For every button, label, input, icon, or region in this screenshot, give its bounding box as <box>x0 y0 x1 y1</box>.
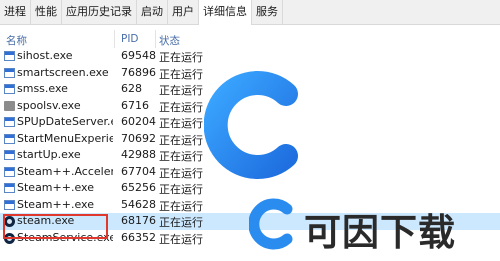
process-pid: 628 <box>121 82 142 95</box>
process-name: Steam++.exe <box>17 197 94 211</box>
process-name: Steam++.Accelerat... <box>17 164 113 178</box>
table-row[interactable]: sihost.exe 69548 正在运行 <box>0 48 500 65</box>
tab-services[interactable]: 服务 <box>252 0 283 24</box>
process-name: SPUpDateServer.exe <box>17 115 113 128</box>
watermark-text: 可因下载 <box>304 211 456 254</box>
watermark-small-logo-icon <box>249 198 293 250</box>
process-name: smss.exe <box>17 82 68 95</box>
process-status: 正在运行 <box>159 183 203 196</box>
column-header-pid[interactable]: PID <box>121 33 139 45</box>
process-status: 正在运行 <box>159 150 203 163</box>
column-divider[interactable] <box>155 30 156 48</box>
column-header: 名称 PID 状态 <box>0 30 500 48</box>
process-pid: 60204 <box>121 115 156 128</box>
table-row[interactable]: Steam++.exe 65256 正在运行 <box>0 180 500 197</box>
process-status: 正在运行 <box>159 100 203 114</box>
window-icon <box>4 150 15 160</box>
tab-details[interactable]: 详细信息 <box>199 0 252 25</box>
column-divider[interactable] <box>114 30 115 48</box>
tab-performance[interactable]: 性能 <box>31 0 62 24</box>
process-name: spoolsv.exe <box>17 98 81 112</box>
process-name: StartMenuExperien... <box>17 131 113 145</box>
process-pid: 70692 <box>121 131 156 145</box>
window-icon <box>4 183 15 193</box>
window-icon <box>4 117 15 127</box>
process-status: 正在运行 <box>159 117 203 130</box>
process-pid: 6716 <box>121 98 149 112</box>
process-pid: 68176 <box>121 214 156 227</box>
column-header-status[interactable]: 状态 <box>159 33 180 48</box>
process-status: 正在运行 <box>159 133 203 147</box>
process-status: 正在运行 <box>159 232 203 246</box>
process-status: 正在运行 <box>159 199 203 213</box>
window-icon <box>4 51 15 61</box>
process-status: 正在运行 <box>159 51 203 64</box>
process-status: 正在运行 <box>159 84 203 97</box>
process-pid: 54628 <box>121 197 156 211</box>
process-pid: 42988 <box>121 148 156 161</box>
process-status: 正在运行 <box>159 216 203 229</box>
window-icon <box>4 166 15 177</box>
process-name: startUp.exe <box>17 148 81 161</box>
tab-bar: 进程 性能 应用历史记录 启动 用户 详细信息 服务 <box>0 0 500 25</box>
process-pid: 76896 <box>121 65 156 79</box>
printer-icon <box>4 100 15 111</box>
process-pid: 66352 <box>121 230 156 244</box>
process-status: 正在运行 <box>159 166 203 180</box>
window-icon <box>4 67 15 78</box>
watermark-c-logo-icon <box>204 71 298 179</box>
process-pid: 67704 <box>121 164 156 178</box>
highlight-box <box>3 214 108 239</box>
tab-processes[interactable]: 进程 <box>0 0 31 24</box>
process-name: sihost.exe <box>17 49 73 62</box>
process-status: 正在运行 <box>159 67 203 81</box>
tab-users[interactable]: 用户 <box>168 0 199 24</box>
window-icon <box>4 133 15 144</box>
window-icon <box>4 199 15 210</box>
process-name: smartscreen.exe <box>17 65 109 79</box>
process-pid: 65256 <box>121 181 156 194</box>
column-header-name[interactable]: 名称 <box>6 33 27 48</box>
tab-startup[interactable]: 启动 <box>137 0 168 24</box>
process-name: Steam++.exe <box>17 181 94 194</box>
tab-app-history[interactable]: 应用历史记录 <box>62 0 137 24</box>
window-icon <box>4 84 15 94</box>
process-pid: 69548 <box>121 49 156 62</box>
